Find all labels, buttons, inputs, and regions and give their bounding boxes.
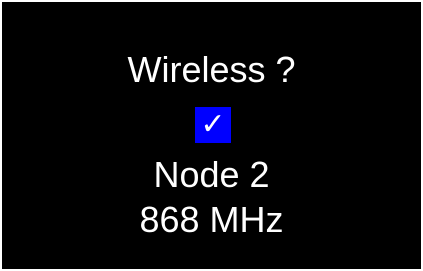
device-screen: Wireless ? ✓ Node 2 868 MHz xyxy=(2,2,421,269)
wireless-enabled-checkbox[interactable]: ✓ xyxy=(195,107,231,143)
checkmark-icon: ✓ xyxy=(200,107,226,142)
node-label: Node 2 xyxy=(153,154,270,195)
frequency-label: 868 MHz xyxy=(139,199,284,240)
wireless-prompt-title: Wireless ? xyxy=(127,49,296,90)
